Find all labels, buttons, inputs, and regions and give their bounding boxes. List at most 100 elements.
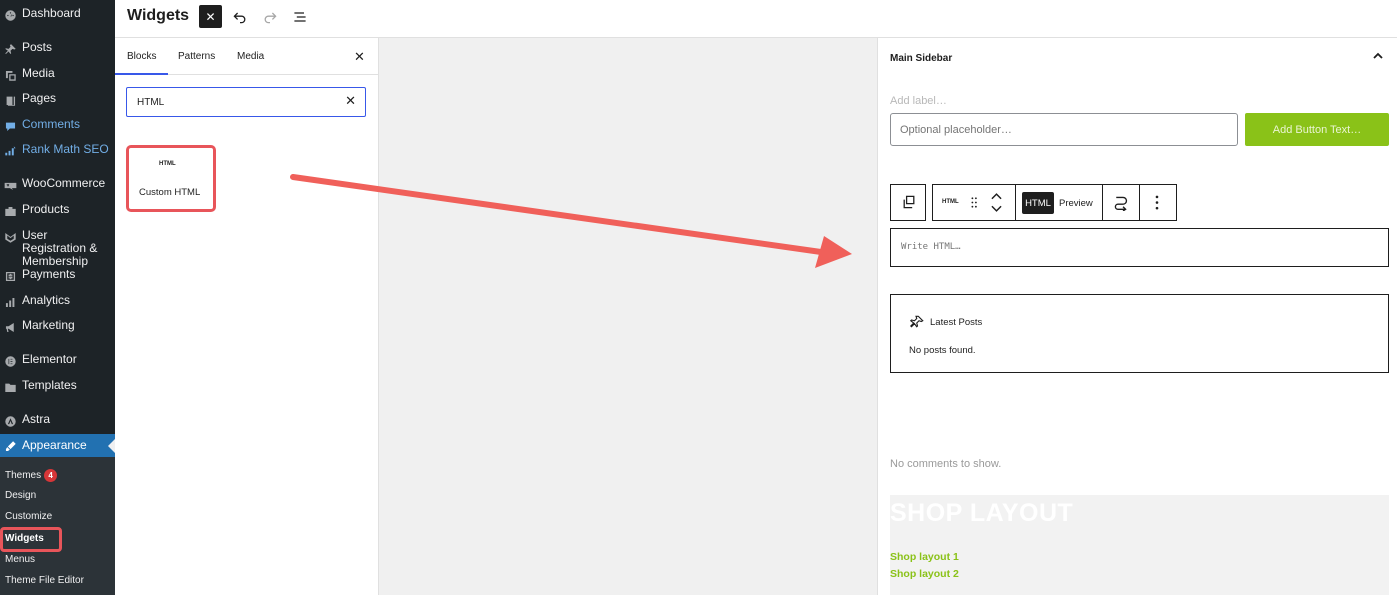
custom-html-editor[interactable]: Write HTML… [890, 228, 1389, 267]
search-value: HTML [137, 97, 165, 108]
widget-area-main-sidebar: Main Sidebar Add label… Optional placeho… [877, 38, 1397, 595]
more-options-icon[interactable] [1155, 195, 1159, 210]
menu-item-rank-math-seo[interactable]: Rank Math SEO [0, 143, 115, 158]
rank-math-icon [3, 144, 17, 158]
list-view-button[interactable] [288, 5, 311, 28]
toolbar-divider [1015, 185, 1016, 220]
move-up-icon[interactable] [991, 192, 1002, 200]
menu-label: Media [22, 66, 55, 80]
inserter-tabs: Blocks Patterns Media ✕ [114, 38, 379, 75]
html-block-icon: HTML [159, 161, 176, 167]
pin-icon [910, 315, 924, 328]
menu-label: Products [22, 202, 70, 216]
widgets-highlight-box [0, 527, 62, 552]
payments-icon [3, 269, 17, 283]
admin-sidebar: Dashboard Posts Media Pages Comments Ran… [0, 0, 115, 595]
move-down-icon[interactable] [991, 205, 1002, 213]
redo-button[interactable] [258, 5, 281, 28]
menu-item-comments[interactable]: Comments [0, 118, 115, 133]
block-search-input[interactable]: HTML ✕ [126, 87, 366, 117]
editor-canvas-gutter [379, 38, 877, 595]
chevron-up-icon[interactable] [1372, 50, 1384, 62]
shop-layout-link[interactable]: Shop layout 1 [890, 551, 959, 563]
undo-icon [232, 12, 245, 23]
menu-label: WooCommerce [22, 176, 106, 190]
folder-icon [3, 380, 17, 394]
products-icon [3, 204, 17, 218]
submenu-item-design[interactable]: Design [5, 490, 36, 501]
block-toolbar: HTML HTML Preview [932, 184, 1177, 221]
menu-label: Elementor [22, 352, 77, 366]
media-icon [3, 68, 17, 82]
redo-icon [264, 12, 277, 23]
menu-label: Astra [22, 412, 51, 426]
dashboard-icon [3, 8, 17, 22]
menu-label: Dashboard [22, 6, 81, 20]
menu-label: Marketing [22, 318, 75, 332]
tab-html[interactable]: HTML [1022, 192, 1054, 214]
tab-media[interactable]: Media [237, 51, 264, 62]
page-title: Widgets [127, 7, 190, 24]
menu-item-appearance[interactable]: Appearance [0, 434, 115, 457]
block-inserter-panel: Blocks Patterns Media ✕ HTML ✕ HTML Cust… [114, 38, 379, 595]
marketing-icon [3, 320, 17, 334]
block-toolbar-parent [890, 184, 926, 221]
menu-label: Posts [22, 40, 53, 54]
menu-item-marketing[interactable]: Marketing [0, 319, 115, 334]
latest-posts-empty: No posts found. [909, 345, 976, 356]
comments-icon [3, 119, 17, 133]
toolbar-divider [1139, 185, 1140, 220]
pin-icon [3, 42, 17, 56]
widget-area-title[interactable]: Main Sidebar [890, 53, 952, 64]
shop-layout-link[interactable]: Shop layout 2 [890, 568, 959, 580]
menu-item-dashboard[interactable]: Dashboard [0, 7, 115, 22]
custom-html-block-item[interactable]: HTML Custom HTML [126, 145, 216, 212]
submenu-item-theme-file-editor[interactable]: Theme File Editor [5, 575, 84, 586]
menu-label: Appearance [22, 438, 87, 452]
tab-blocks[interactable]: Blocks [114, 51, 170, 75]
latest-posts-title: Latest Posts [930, 317, 983, 328]
tab-preview[interactable]: Preview [1059, 198, 1093, 209]
pages-icon [3, 93, 17, 107]
submenu-item-customize[interactable]: Customize [5, 511, 52, 522]
drag-handle-icon[interactable] [971, 196, 978, 209]
menu-item-payments[interactable]: Payments [0, 268, 115, 283]
submenu-item-menus[interactable]: Menus [5, 554, 35, 565]
add-button-text-button[interactable]: Add Button Text… [1245, 113, 1389, 146]
undo-button[interactable] [228, 5, 251, 28]
appearance-icon [3, 439, 17, 453]
close-icon: ✕ [205, 9, 216, 24]
user-registration-icon [3, 230, 17, 244]
optional-placeholder-input[interactable]: Optional placeholder… [890, 113, 1238, 146]
analytics-icon [3, 295, 17, 309]
submenu-label: Themes [5, 470, 42, 481]
form-label-placeholder[interactable]: Add label… [890, 95, 947, 107]
menu-label: Pages [22, 91, 57, 105]
appearance-submenu: Themes 4 Design Customize Widgets Menus T… [0, 457, 115, 595]
html-block-icon[interactable]: HTML [942, 199, 959, 205]
elementor-icon [3, 354, 17, 368]
menu-item-woocommerce[interactable]: WooCommerce [0, 177, 115, 192]
woocommerce-icon [3, 178, 17, 192]
menu-item-elementor[interactable]: Elementor [0, 353, 115, 368]
menu-item-media[interactable]: Media [0, 67, 115, 82]
menu-item-posts[interactable]: Posts [0, 41, 115, 56]
menu-item-astra[interactable]: Astra [0, 413, 115, 428]
menu-item-user-registration[interactable]: User Registration & Membership [0, 229, 115, 268]
duplicate-icon[interactable] [901, 194, 917, 210]
transform-icon[interactable] [1112, 194, 1129, 211]
tab-patterns[interactable]: Patterns [178, 51, 215, 62]
toolbar-divider [1102, 185, 1103, 220]
menu-item-products[interactable]: Products [0, 203, 115, 218]
latest-posts-block[interactable]: Latest Posts No posts found. [890, 294, 1389, 373]
clear-search-icon[interactable]: ✕ [345, 93, 356, 109]
menu-item-templates[interactable]: Templates [0, 379, 115, 394]
menu-label: Templates [22, 378, 77, 392]
menu-label: Analytics [22, 293, 71, 307]
close-inserter-button[interactable]: ✕ [199, 5, 222, 28]
menu-item-analytics[interactable]: Analytics [0, 294, 115, 309]
close-icon[interactable]: ✕ [354, 49, 365, 65]
menu-label: Rank Math SEO [22, 142, 109, 156]
menu-item-pages[interactable]: Pages [0, 92, 115, 107]
submenu-item-themes[interactable]: Themes 4 [5, 469, 58, 482]
